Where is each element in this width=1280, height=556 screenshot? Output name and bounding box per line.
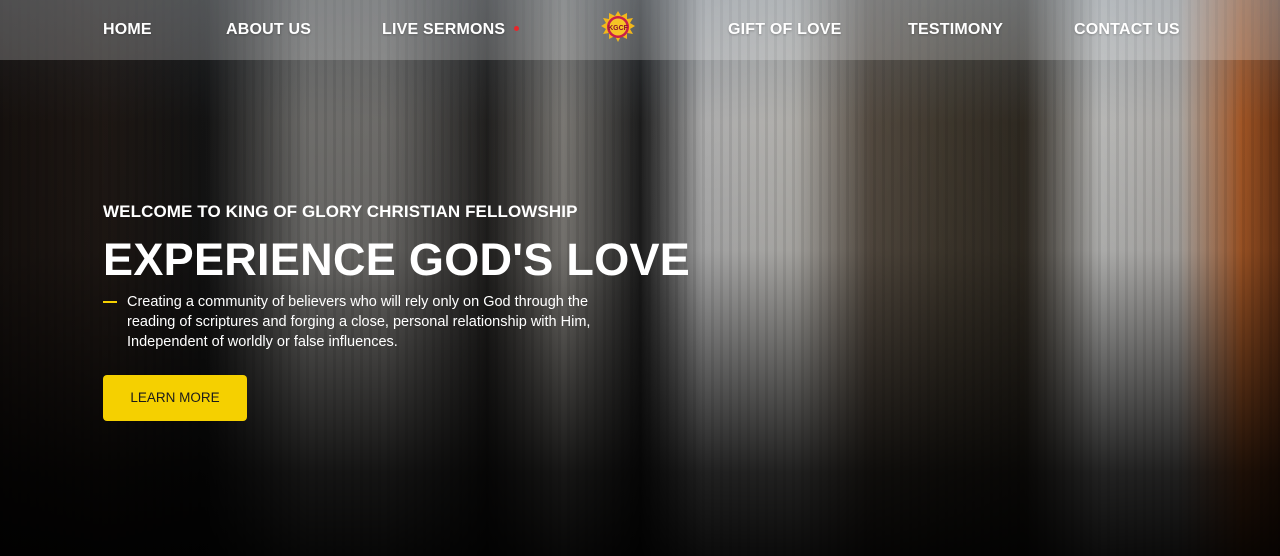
hero-description: Creating a community of believers who wi… [127,294,591,350]
nav-contact-us[interactable]: CONTACT US [1074,18,1180,42]
hero-content: WELCOME TO KING OF GLORY CHRISTIAN FELLO… [103,200,691,421]
hero-title: EXPERIENCE GOD'S LOVE [103,234,691,285]
hero-kicker: WELCOME TO KING OF GLORY CHRISTIAN FELLO… [103,202,578,221]
live-dot-icon [514,26,520,32]
main-navbar: HOME ABOUT US LIVE SERMONS KGCF GIFT OF … [0,0,1280,60]
learn-more-button[interactable]: LEARN MORE [103,375,247,421]
church-crest-logo-icon: KGCF [601,11,635,42]
logo-text: KGCF [608,25,629,32]
nav-about-us[interactable]: ABOUT US [226,18,311,42]
nav-live-sermons-label: LIVE SERMONS [382,21,506,38]
hero-description-block: Creating a community of believers who wi… [103,292,623,352]
nav-gift-of-love[interactable]: GIFT OF LOVE [728,18,842,42]
nav-live-sermons[interactable]: LIVE SERMONS [382,18,520,42]
nav-testimony[interactable]: TESTIMONY [908,18,1003,42]
church-logo[interactable]: KGCF [600,10,636,46]
nav-home[interactable]: HOME [103,18,152,42]
accent-dash-icon [103,301,117,303]
